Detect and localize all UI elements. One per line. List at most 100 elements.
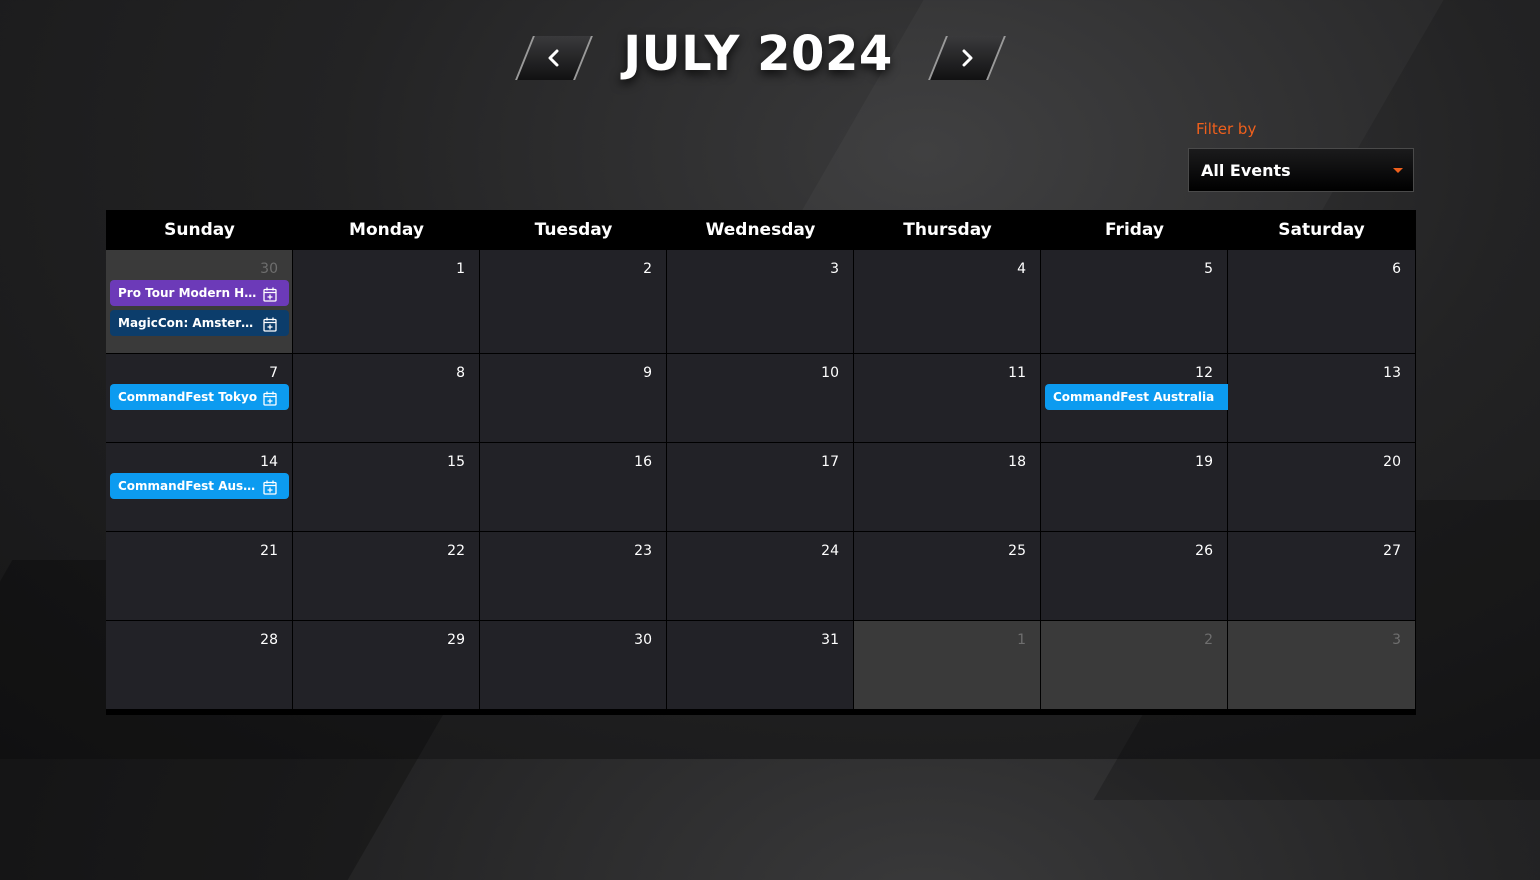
day-number: 8 xyxy=(456,365,465,381)
calendar-day-cell[interactable]: 17 xyxy=(667,443,853,531)
day-number: 26 xyxy=(1195,543,1213,559)
day-number: 9 xyxy=(643,365,652,381)
day-number: 12 xyxy=(1195,365,1213,381)
day-number: 25 xyxy=(1008,543,1026,559)
weekday-header-row: Sunday Monday Tuesday Wednesday Thursday Frid… xyxy=(106,210,1416,250)
day-number: 7 xyxy=(269,365,278,381)
calendar-day-cell[interactable]: 23 xyxy=(480,532,666,620)
day-number: 4 xyxy=(1017,261,1026,277)
event-title: CommandFest Tokyo xyxy=(118,390,258,404)
calendar-day-cell[interactable]: 16 xyxy=(480,443,666,531)
calendar-week: 28 29 30 31 1 2 3 xyxy=(106,621,1416,710)
chevron-left-icon xyxy=(548,49,559,67)
calendar-day-cell[interactable]: 6 xyxy=(1228,250,1415,353)
event-title: CommandFest Australia xyxy=(118,479,280,493)
weekday-header: Monday xyxy=(349,220,424,240)
next-month-button[interactable] xyxy=(928,36,1006,80)
day-number: 3 xyxy=(1392,632,1401,648)
filter-selected-value: All Events xyxy=(1201,161,1291,180)
day-number: 30 xyxy=(260,261,278,277)
filter-dropdown[interactable]: All Events xyxy=(1188,148,1414,192)
day-number: 3 xyxy=(830,261,839,277)
weekday-header: Friday xyxy=(1105,220,1164,240)
day-number: 18 xyxy=(1008,454,1026,470)
day-number: 20 xyxy=(1383,454,1401,470)
calendar-day-cell[interactable]: 2 xyxy=(1041,621,1227,709)
calendar-day-cell[interactable]: 3 xyxy=(667,250,853,353)
calendar-day-cell[interactable]: 2 xyxy=(480,250,666,353)
day-number: 1 xyxy=(456,261,465,277)
calendar-day-cell[interactable]: 5 xyxy=(1041,250,1227,353)
weekday-header: Sunday xyxy=(164,220,235,240)
calendar-day-cell[interactable]: 8 xyxy=(293,354,479,442)
calendar-day-cell[interactable]: 10 xyxy=(667,354,853,442)
day-number: 13 xyxy=(1383,365,1401,381)
calendar-day-cell[interactable]: 11 xyxy=(854,354,1040,442)
add-to-calendar-icon[interactable] xyxy=(263,389,277,410)
calendar-day-cell[interactable]: 30 xyxy=(480,621,666,709)
weekday-header: Thursday xyxy=(903,220,992,240)
weekday-header: Saturday xyxy=(1278,220,1365,240)
calendar-day-cell[interactable]: 27 xyxy=(1228,532,1415,620)
chevron-right-icon xyxy=(962,49,973,67)
day-number: 16 xyxy=(634,454,652,470)
day-number: 10 xyxy=(821,365,839,381)
weekday-header: Tuesday xyxy=(534,220,613,240)
calendar-grid: Sunday Monday Tuesday Wednesday Thursday Frid… xyxy=(106,210,1416,715)
calendar-day-cell[interactable]: 13 xyxy=(1228,354,1415,442)
day-number: 22 xyxy=(447,543,465,559)
calendar-day-cell[interactable]: 25 xyxy=(854,532,1040,620)
day-number: 2 xyxy=(1204,632,1213,648)
day-number: 30 xyxy=(634,632,652,648)
calendar-day-cell[interactable]: 29 xyxy=(293,621,479,709)
add-to-calendar-icon[interactable] xyxy=(263,315,277,336)
day-number: 21 xyxy=(260,543,278,559)
day-number: 15 xyxy=(447,454,465,470)
day-number: 17 xyxy=(821,454,839,470)
day-number: 23 xyxy=(634,543,652,559)
calendar-event[interactable]: MagicCon: Amsterdam xyxy=(110,310,289,336)
calendar-day-cell[interactable]: 19 xyxy=(1041,443,1227,531)
calendar-week: 30 Pro Tour Modern Horizons 3 MagicCon: Am… xyxy=(106,250,1416,354)
day-number: 24 xyxy=(821,543,839,559)
month-title: JULY 2024 xyxy=(623,26,893,82)
calendar-day-cell[interactable]: 4 xyxy=(854,250,1040,353)
calendar-day-cell[interactable]: 21 xyxy=(106,532,292,620)
add-to-calendar-icon[interactable] xyxy=(263,285,277,306)
day-number: 19 xyxy=(1195,454,1213,470)
previous-month-button[interactable] xyxy=(515,36,593,80)
caret-down-icon xyxy=(1393,168,1403,173)
calendar-event[interactable]: CommandFest Tokyo xyxy=(110,384,289,410)
day-number: 11 xyxy=(1008,365,1026,381)
day-number: 28 xyxy=(260,632,278,648)
calendar-day-cell[interactable]: 24 xyxy=(667,532,853,620)
day-number: 29 xyxy=(447,632,465,648)
calendar-day-cell[interactable]: 20 xyxy=(1228,443,1415,531)
calendar-day-cell[interactable]: 15 xyxy=(293,443,479,531)
calendar-week: 7 CommandFest Tokyo 8 9 10 11 12 CommandFest Au… xyxy=(106,354,1416,443)
calendar-weeks: 30 Pro Tour Modern Horizons 3 MagicCon: Am… xyxy=(106,250,1416,710)
day-number: 14 xyxy=(260,454,278,470)
calendar-event[interactable]: CommandFest Australia xyxy=(110,473,289,499)
day-number: 31 xyxy=(821,632,839,648)
calendar-week: 21 22 23 24 25 26 27 xyxy=(106,532,1416,621)
day-number: 27 xyxy=(1383,543,1401,559)
calendar-day-cell[interactable]: 3 xyxy=(1228,621,1415,709)
day-number: 6 xyxy=(1392,261,1401,277)
calendar-day-cell[interactable]: 1 xyxy=(293,250,479,353)
calendar-day-cell[interactable]: 18 xyxy=(854,443,1040,531)
weekday-header: Wednesday xyxy=(705,220,816,240)
calendar-day-cell[interactable]: 26 xyxy=(1041,532,1227,620)
day-number: 2 xyxy=(643,261,652,277)
calendar-day-cell[interactable]: 28 xyxy=(106,621,292,709)
day-number: 5 xyxy=(1204,261,1213,277)
calendar-day-cell[interactable]: 31 xyxy=(667,621,853,709)
calendar-day-cell[interactable]: 1 xyxy=(854,621,1040,709)
calendar-event[interactable]: Pro Tour Modern Horizons 3 xyxy=(110,280,289,306)
day-number: 1 xyxy=(1017,632,1026,648)
add-to-calendar-icon[interactable] xyxy=(263,478,277,499)
calendar-day-cell[interactable]: 9 xyxy=(480,354,666,442)
event-title: MagicCon: Amsterdam xyxy=(118,316,271,330)
calendar-week: 14 CommandFest Australia 15 16 17 18 19 20 xyxy=(106,443,1416,532)
calendar-day-cell[interactable]: 22 xyxy=(293,532,479,620)
